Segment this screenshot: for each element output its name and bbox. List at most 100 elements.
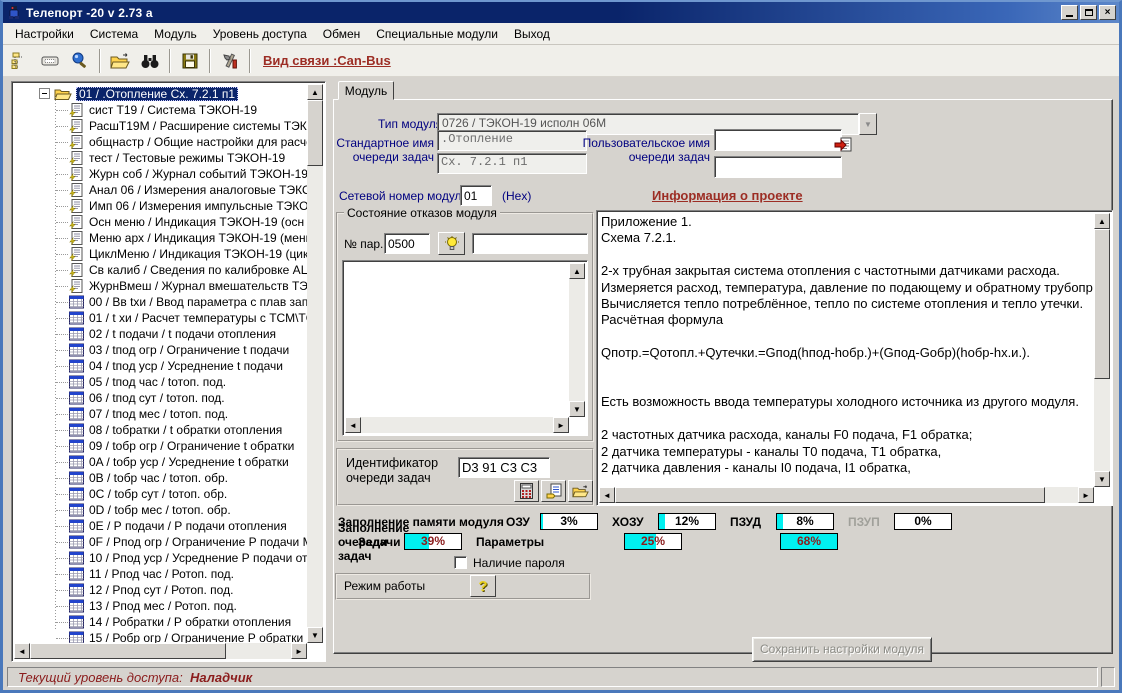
load-identifier-button[interactable]: [568, 480, 593, 502]
minimize-button[interactable]: [1061, 5, 1078, 20]
scroll-right-icon[interactable]: ►: [553, 417, 569, 433]
tree-item-label[interactable]: 0A / tобр уср / Усреднение t обратки: [89, 455, 289, 469]
tree-item[interactable]: 0B / tобр час / tотоп. обр.: [15, 470, 307, 486]
tree-item[interactable]: 12 / Рпод сут / Ротоп. под.: [15, 582, 307, 598]
tree-item-label[interactable]: 0E / Р подачи / Р подачи отопления: [89, 519, 287, 533]
scroll-right-icon[interactable]: ►: [1078, 487, 1094, 503]
tree-item-label[interactable]: ЦиклМеню / Индикация ТЭКОН-19 (цикличе: [89, 247, 307, 261]
tree-item-label[interactable]: сист Т19 / Система ТЭКОН-19: [89, 103, 257, 117]
project-info-link[interactable]: Информация о проекте: [652, 188, 803, 203]
tree-item-label[interactable]: 13 / Рпод мес / Ротоп. под.: [89, 599, 237, 613]
tree-item-label[interactable]: Журн соб / Журнал событий ТЭКОН-19: [89, 167, 307, 181]
menu-exchange[interactable]: Обмен: [315, 24, 369, 44]
description-hscroll[interactable]: ◄ ►: [599, 487, 1094, 503]
tree-item-label[interactable]: 0D / tобр мес / tотоп. обр.: [89, 503, 231, 517]
tree-item[interactable]: 0D / tобр мес / tотоп. обр.: [15, 502, 307, 518]
tree-item[interactable]: Осн меню / Индикация ТЭКОН-19 (осн мен: [15, 214, 307, 230]
apply-name-icon[interactable]: [834, 134, 854, 154]
tree-item-label[interactable]: 08 / tобратки / t обратки отопления: [89, 423, 282, 437]
tree-item[interactable]: общнастр / Общие настройки для расчетов: [15, 134, 307, 150]
tree-item[interactable]: 0A / tобр уср / Усреднение t обратки: [15, 454, 307, 470]
calc-button[interactable]: [514, 480, 539, 502]
scroll-left-icon[interactable]: ◄: [599, 487, 615, 503]
scroll-left-icon[interactable]: ◄: [345, 417, 361, 433]
tree-item-label[interactable]: Меню арх / Индикация ТЭКОН-19 (меню ар: [89, 231, 307, 245]
user-queue-name-line2[interactable]: [714, 156, 842, 178]
tree-item[interactable]: Св калиб / Сведения по калибровке АЦП: [15, 262, 307, 278]
tree-item[interactable]: ЦиклМеню / Индикация ТЭКОН-19 (цикличе: [15, 246, 307, 262]
tree-item-label[interactable]: РасшТ19М / Расширение системы ТЭКОН-1: [89, 119, 307, 133]
tree-item[interactable]: Меню арх / Индикация ТЭКОН-19 (меню ар: [15, 230, 307, 246]
tree-item-label[interactable]: 15 / Робр огр / Ограничение Р обратки от…: [89, 631, 307, 643]
project-tree-button[interactable]: [5, 48, 35, 74]
password-checkbox[interactable]: [454, 556, 467, 569]
tree-item[interactable]: сист Т19 / Система ТЭКОН-19: [15, 102, 307, 118]
scroll-down-icon[interactable]: ▼: [1094, 471, 1110, 487]
tree-item[interactable]: 14 / Робратки / Р обратки отопления: [15, 614, 307, 630]
param-info-field[interactable]: [472, 233, 588, 254]
scroll-right-icon[interactable]: ►: [291, 643, 307, 659]
send-doc-button[interactable]: [541, 480, 566, 502]
tree-item[interactable]: Анал 06 / Измерения аналоговые ТЭКОН-1: [15, 182, 307, 198]
close-button[interactable]: ×: [1099, 5, 1116, 20]
tree-item[interactable]: 15 / Робр огр / Ограничение Р обратки от…: [15, 630, 307, 643]
open-folder-button[interactable]: [105, 48, 135, 74]
find-button[interactable]: [135, 48, 165, 74]
failures-listbox[interactable]: ▲ ▼ ◄ ►: [342, 260, 588, 436]
menu-system[interactable]: Система: [82, 24, 146, 44]
tree-item-label[interactable]: 14 / Робратки / Р обратки отопления: [89, 615, 291, 629]
menu-settings[interactable]: Настройки: [7, 24, 82, 44]
scroll-up-icon[interactable]: ▲: [307, 84, 323, 100]
tree-item[interactable]: РасшТ19М / Расширение системы ТЭКОН-1: [15, 118, 307, 134]
tree-item[interactable]: 0F / Рпод огр / Ограничение Р подачи МПа: [15, 534, 307, 550]
tree-item[interactable]: 0E / Р подачи / Р подачи отопления: [15, 518, 307, 534]
connection-type-link[interactable]: Вид связи :Can-Bus: [263, 53, 391, 68]
tree-item[interactable]: 03 / tпод огр / Ограничение t подачи: [15, 342, 307, 358]
desc-vscroll-thumb[interactable]: [1094, 229, 1110, 379]
failures-vscroll[interactable]: ▲ ▼: [569, 263, 585, 417]
desc-hscroll-thumb[interactable]: [615, 487, 1045, 503]
scroll-up-icon[interactable]: ▲: [1094, 213, 1110, 229]
tree-item[interactable]: 13 / Рпод мес / Ротоп. под.: [15, 598, 307, 614]
tree-item-label[interactable]: 0C / tобр сут / tотоп. обр.: [89, 487, 227, 501]
tree-item[interactable]: 00 / Вв txи / Ввод параметра с плав запя…: [15, 294, 307, 310]
scheme-description-area[interactable]: Приложение 1. Схема 7.2.1. 2-х трубная з…: [596, 210, 1113, 506]
tree-item-label[interactable]: 0F / Рпод огр / Ограничение Р подачи МПа: [89, 535, 307, 549]
tree-item[interactable]: 05 / tпод час / tотоп. под.: [15, 374, 307, 390]
scroll-down-icon[interactable]: ▼: [307, 627, 323, 643]
user-queue-name-line1[interactable]: [714, 129, 842, 151]
param-number-input[interactable]: [384, 233, 430, 254]
tree-item-label[interactable]: 02 / t подачи / t подачи отопления: [89, 327, 276, 341]
tab-module[interactable]: Модуль: [338, 81, 394, 100]
tree-vertical-scrollbar[interactable]: ▲ ▼: [307, 84, 323, 643]
tree-item-label[interactable]: 06 / tпод сут / tотоп. под.: [89, 391, 225, 405]
tree-item-label[interactable]: Осн меню / Индикация ТЭКОН-19 (осн мен: [89, 215, 307, 229]
settings-button[interactable]: [215, 48, 245, 74]
tree-hscroll-thumb[interactable]: [30, 643, 226, 659]
failures-hscroll[interactable]: ◄ ►: [345, 417, 569, 433]
tree-root-label[interactable]: 01 / .Отопление Сх. 7.2.1 п1: [76, 87, 238, 101]
tree-item[interactable]: 02 / t подачи / t подачи отопления: [15, 326, 307, 342]
tree-item-label[interactable]: 04 / tпод уср / Усреднение t подачи: [89, 359, 283, 373]
save-module-settings-button[interactable]: Сохранить настройки модуля: [752, 637, 932, 662]
tree-item[interactable]: 01 / t хи / Расчет температуры с ТСМ\ТСП: [15, 310, 307, 326]
tree-item[interactable]: ЖурнВмеш / Журнал вмешательств ТЭК(: [15, 278, 307, 294]
tree-item-label[interactable]: 03 / tпод огр / Ограничение t подачи: [89, 343, 289, 357]
tree-item-label[interactable]: ЖурнВмеш / Журнал вмешательств ТЭК(: [89, 279, 307, 293]
tree-item-label[interactable]: 00 / Вв txи / Ввод параметра с плав запя…: [89, 295, 307, 309]
tree-item-label[interactable]: тест / Тестовые режимы ТЭКОН-19: [89, 151, 285, 165]
tree-item-label[interactable]: Св калиб / Сведения по калибровке АЦП: [89, 263, 307, 277]
tree-root-item[interactable]: 01 / .Отопление Сх. 7.2.1 п1: [15, 85, 307, 102]
tree-item[interactable]: Журн соб / Журнал событий ТЭКОН-19: [15, 166, 307, 182]
menu-exit[interactable]: Выход: [506, 24, 558, 44]
tree-item-label[interactable]: 11 / Рпод час / Ротоп. под.: [89, 567, 234, 581]
tree-item[interactable]: 0C / tобр сут / tотоп. обр.: [15, 486, 307, 502]
scroll-left-icon[interactable]: ◄: [14, 643, 30, 659]
scroll-down-icon[interactable]: ▼: [569, 401, 585, 417]
tree-horizontal-scrollbar[interactable]: ◄ ►: [14, 643, 307, 659]
param-hint-button[interactable]: [438, 232, 465, 255]
tree-item-label[interactable]: общнастр / Общие настройки для расчетов: [89, 135, 307, 149]
tree-item[interactable]: Имп 06 / Измерения импульсные ТЭКОН-1: [15, 198, 307, 214]
menu-module[interactable]: Модуль: [146, 24, 205, 44]
net-number-input[interactable]: [460, 185, 492, 206]
